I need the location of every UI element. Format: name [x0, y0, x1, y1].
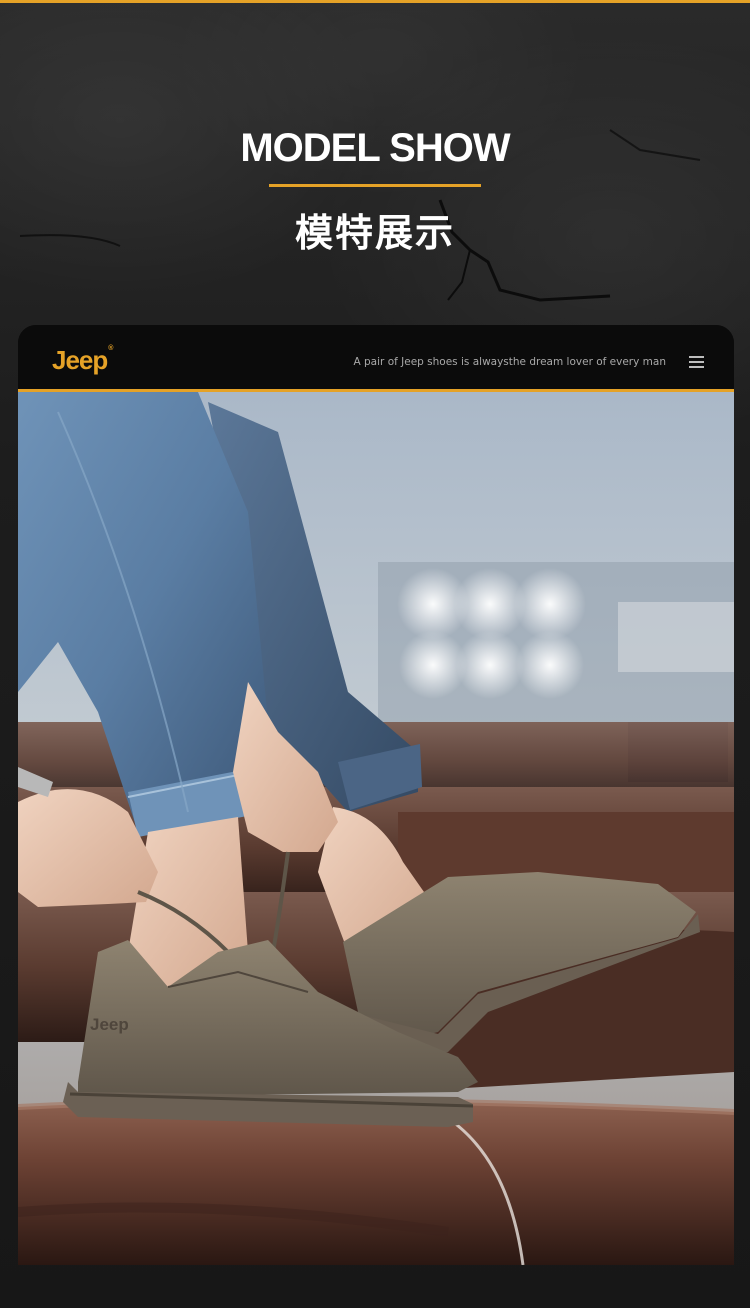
card-header-bar: Jeep® A pair of Jeep shoes is alwaysthe … [18, 325, 734, 389]
brand-name: Jeep [52, 345, 108, 375]
section-subtitle: 模特展示 [294, 211, 455, 255]
section-title: MODEL SHOW [240, 126, 510, 170]
registered-mark: ® [108, 345, 113, 352]
hamburger-menu-icon[interactable] [689, 356, 704, 369]
jeep-logo[interactable]: Jeep® [52, 345, 113, 376]
shoe-brand-emboss: Jeep [90, 1015, 129, 1034]
model-show-card: Jeep® A pair of Jeep shoes is alwaysthe … [18, 325, 734, 1265]
model-photo: Jeep [18, 392, 734, 1265]
brand-tagline: A pair of Jeep shoes is alwaysthe dream … [353, 356, 667, 368]
title-underline [269, 184, 481, 187]
